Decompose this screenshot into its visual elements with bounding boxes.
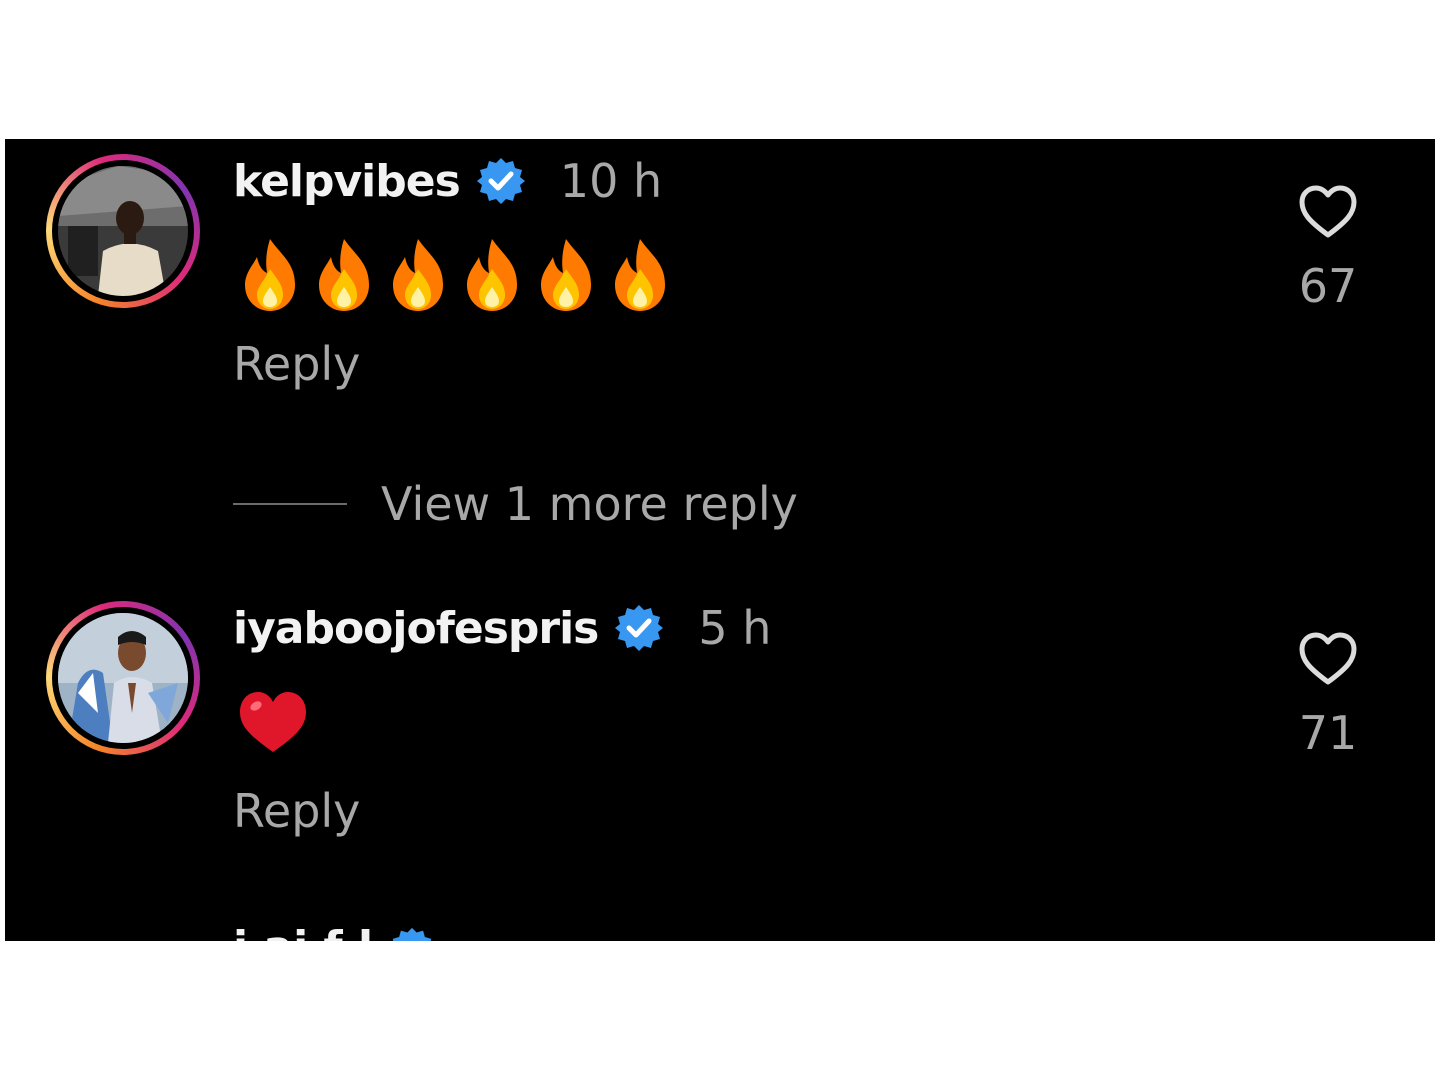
fire-emoji xyxy=(393,239,443,311)
red-heart-emoji xyxy=(240,692,306,752)
verified-badge-icon xyxy=(615,605,664,651)
fire-emoji xyxy=(615,239,665,311)
username[interactable]: iyaboojofespris xyxy=(233,603,599,654)
fire-emoji xyxy=(245,239,295,311)
reply-button[interactable]: Reply xyxy=(233,337,360,391)
verified-badge-icon xyxy=(392,927,432,941)
fire-emoji xyxy=(541,239,591,311)
heart-outline-icon[interactable] xyxy=(1297,183,1359,241)
avatar-photo xyxy=(58,613,188,743)
avatar-photo xyxy=(58,166,188,296)
next-comment-header-partial: i ai f l xyxy=(233,926,673,941)
view-more-replies-label[interactable]: View 1 more reply xyxy=(381,477,798,531)
fire-emoji xyxy=(319,239,369,311)
timestamp: 5 h xyxy=(698,601,772,655)
like-count: 71 xyxy=(1298,706,1358,760)
comments-panel: kelpvibes 10 h Reply 67 View 1 more repl… xyxy=(5,139,1435,941)
timestamp: 10 h xyxy=(559,154,663,208)
fire-emoji xyxy=(467,239,517,311)
heart-outline-icon[interactable] xyxy=(1297,630,1359,688)
username[interactable]: kelpvibes xyxy=(233,156,461,207)
username[interactable]: i ai f l xyxy=(233,926,373,941)
like-column: 71 xyxy=(1285,630,1371,760)
comment-item: iyaboojofespris 5 h Reply 71 xyxy=(5,586,1435,846)
view-more-replies[interactable]: View 1 more reply xyxy=(233,474,798,534)
divider-line xyxy=(233,503,347,505)
comment-body xyxy=(233,682,313,762)
like-column: 67 xyxy=(1285,183,1371,313)
comment-header: kelpvibes 10 h xyxy=(233,151,662,211)
comment-item: kelpvibes 10 h Reply 67 xyxy=(5,139,1435,399)
story-ring[interactable] xyxy=(46,601,200,755)
story-ring[interactable] xyxy=(46,154,200,308)
comment-body xyxy=(233,235,677,315)
verified-badge-icon xyxy=(476,158,525,204)
avatar[interactable] xyxy=(58,166,188,296)
comment-header: iyaboojofespris 5 h xyxy=(233,598,771,658)
avatar[interactable] xyxy=(58,613,188,743)
like-count: 67 xyxy=(1298,259,1358,313)
reply-button[interactable]: Reply xyxy=(233,784,360,838)
